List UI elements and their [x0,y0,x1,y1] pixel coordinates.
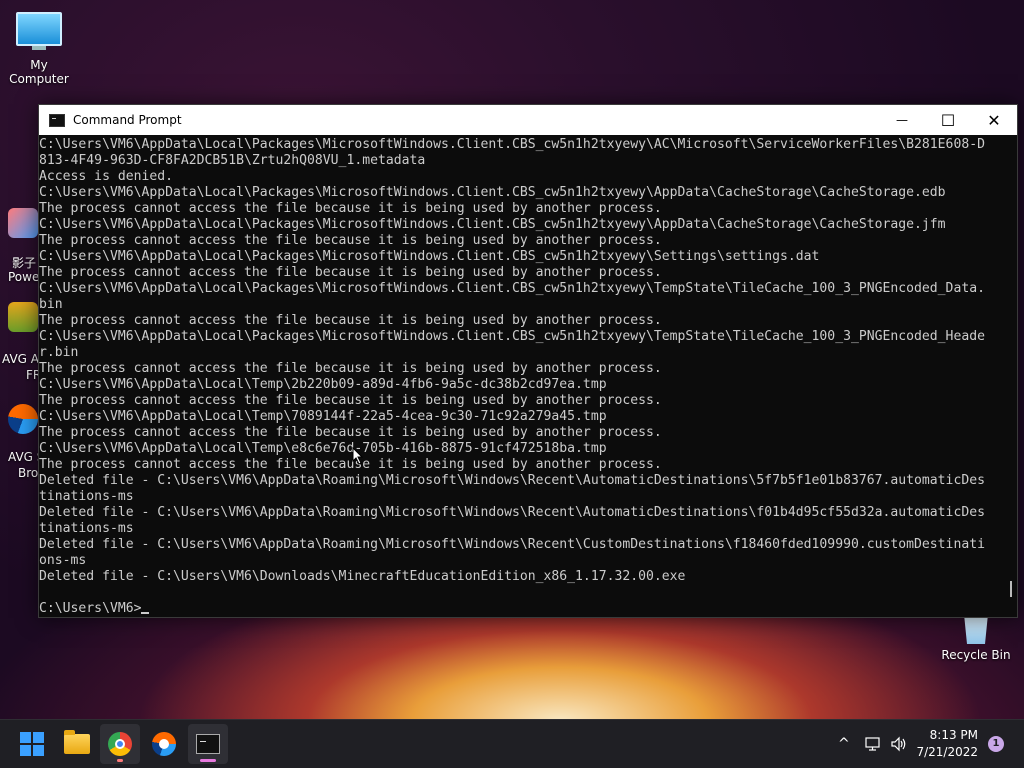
console-line: C:\Users\VM6\AppData\Local\Packages\Micr… [39,249,820,264]
maximize-button[interactable]: ☐ [925,105,971,135]
desktop-icon-label: My Computer [9,58,69,86]
console-line: The process cannot access the file becau… [39,361,662,376]
console-line: Deleted file - C:\Users\VM6\Downloads\Mi… [39,569,686,584]
running-indicator [117,759,123,762]
chrome-icon [108,732,132,756]
console-line: tinations-ms [39,521,134,536]
cmd-icon [49,113,65,127]
recycle-bin-icon [964,614,988,644]
app-icon-partial-3[interactable] [8,404,38,434]
console-line: ons-ms [39,553,87,568]
minimize-icon: — [896,113,908,127]
window-title: Command Prompt [73,113,182,127]
window-controls: — ☐ ✕ [879,105,1017,135]
console-line: C:\Users\VM6\AppData\Local\Temp\2b220b09… [39,377,607,392]
console-prompt: C:\Users\VM6> [39,601,142,616]
console-line: C:\Users\VM6\AppData\Local\Packages\Micr… [39,185,946,200]
taskbar-chrome[interactable] [100,724,140,764]
window-titlebar[interactable]: Command Prompt — ☐ ✕ [39,105,1017,135]
console-line: Deleted file - C:\Users\VM6\AppData\Roam… [39,505,985,520]
mouse-cursor-icon [352,447,364,465]
console-line: Access is denied. [39,169,174,184]
minimize-button[interactable]: — [879,105,925,135]
console-line: The process cannot access the file becau… [39,313,662,328]
taskbar-avg-browser[interactable] [144,724,184,764]
console-line: C:\Users\VM6\AppData\Local\Packages\Micr… [39,137,985,152]
desktop-icon-label: Recycle Bin [941,648,1011,662]
app-icon-partial-1[interactable] [8,208,38,238]
console-line: C:\Users\VM6\AppData\Local\Temp\7089144f… [39,409,607,424]
console-line: C:\Users\VM6\AppData\Local\Packages\Micr… [39,281,985,296]
taskbar-clock[interactable]: 8:13 PM 7/21/2022 [916,727,978,761]
network-icon[interactable] [864,736,882,752]
maximize-icon: ☐ [940,110,956,130]
desktop-icon-my-computer[interactable]: My Computer [0,12,78,86]
taskbar: ^ 8:13 PM 7/21/2022 1 [0,719,1024,768]
scrollbar-thumb[interactable] [1010,581,1012,597]
notification-badge[interactable]: 1 [988,736,1004,752]
show-hidden-icons-chevron-icon[interactable]: ^ [838,736,850,752]
console-line: C:\Users\VM6\AppData\Local\Packages\Micr… [39,217,946,232]
console-line: C:\Users\VM6\AppData\Local\Temp\e8c6e76d… [39,441,607,456]
folder-icon [64,730,90,754]
console-line: C:\Users\VM6\AppData\Local\Packages\Micr… [39,329,985,344]
volume-icon[interactable] [890,736,908,752]
console-line: bin [39,297,63,312]
start-button[interactable] [12,724,52,764]
desktop-icon-recycle-bin[interactable]: Recycle Bin [938,614,1014,662]
windows-logo-icon [20,732,44,756]
console-line: Deleted file - C:\Users\VM6\AppData\Roam… [39,537,985,552]
console-line: r.bin [39,345,79,360]
taskbar-command-prompt[interactable] [188,724,228,764]
text-cursor [141,612,150,614]
console-line: Deleted file - C:\Users\VM6\AppData\Roam… [39,473,985,488]
clock-date: 7/21/2022 [916,745,978,759]
taskbar-file-explorer[interactable] [57,724,97,764]
console-prompt-line[interactable]: C:\Users\VM6> [39,601,999,617]
console-line: tinations-ms [39,489,134,504]
console-line: The process cannot access the file becau… [39,457,662,472]
console-output[interactable]: C:\Users\VM6\AppData\Local\Packages\Micr… [39,136,999,617]
desktop-icon-label-partial: 影子 [12,256,37,270]
monitor-icon [16,12,62,50]
active-indicator [200,759,216,762]
console-line: The process cannot access the file becau… [39,265,662,280]
system-tray: ^ [838,720,908,768]
clock-time: 8:13 PM [929,728,978,742]
cmd-icon [196,734,220,754]
command-prompt-window: Command Prompt — ☐ ✕ C:\Users\VM6\AppDat… [38,104,1018,618]
desktop-icon-label-partial: Bro [18,466,39,480]
avg-browser-icon [152,732,176,756]
app-icon-partial-2[interactable] [8,302,38,332]
console-line: The process cannot access the file becau… [39,201,662,216]
console-line: The process cannot access the file becau… [39,233,662,248]
console-line: 813-4F49-963D-CF8FA2DCB51B\Zrtu2hQ08VU_1… [39,153,426,168]
close-button[interactable]: ✕ [971,105,1017,135]
close-icon: ✕ [987,110,1001,130]
desktop-icon-label-partial: Powe [8,270,40,284]
console-line: The process cannot access the file becau… [39,425,662,440]
console-line: The process cannot access the file becau… [39,393,662,408]
